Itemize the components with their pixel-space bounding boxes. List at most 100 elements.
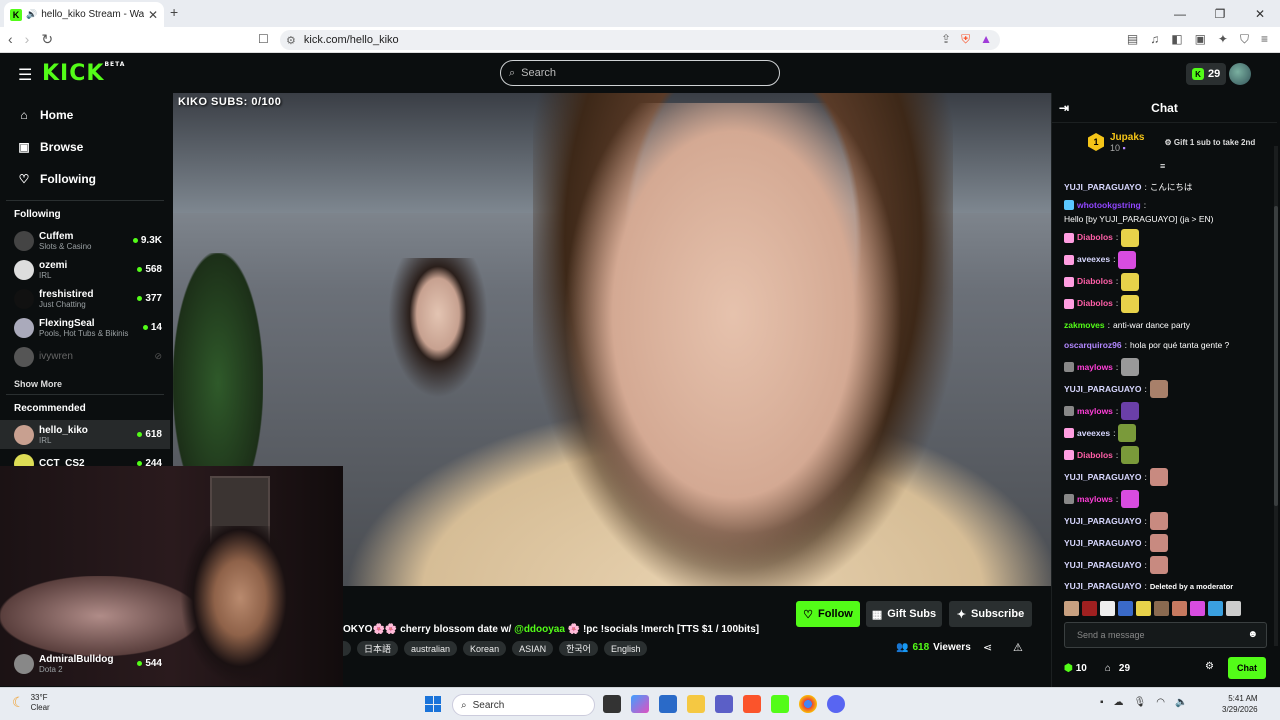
brave-rewards-icon[interactable]: ▲	[980, 32, 992, 47]
emote-icon[interactable]	[1226, 601, 1241, 616]
store-button[interactable]: ⌂ 29	[1105, 663, 1130, 674]
emote-icon[interactable]	[1121, 228, 1140, 247]
chat-username[interactable]: Diabolos	[1077, 450, 1113, 461]
emote-icon[interactable]	[1121, 446, 1140, 465]
emote-icon[interactable]	[1100, 601, 1115, 616]
emote-icon[interactable]	[1121, 402, 1140, 421]
emote-icon[interactable]	[1118, 250, 1137, 269]
chat-username[interactable]: oscarquiroz96	[1064, 340, 1122, 351]
emote-icon[interactable]	[1121, 294, 1140, 313]
emote-icon[interactable]	[1118, 424, 1137, 443]
task-view-icon[interactable]	[603, 695, 621, 713]
chat-settings-icon[interactable]: ⚙	[1205, 661, 1214, 672]
emote-icon[interactable]	[1149, 512, 1168, 531]
vpn-icon[interactable]: ⛉	[1240, 32, 1249, 47]
tray-app-icon[interactable]: ▪	[1100, 697, 1104, 708]
channel-item[interactable]: FlexingSeal Pools, Hot Tubs & Bikinis 14	[0, 313, 170, 342]
search-input[interactable]: ⌕ Search	[500, 60, 780, 86]
emote-icon[interactable]	[1121, 490, 1140, 509]
emote-icon[interactable]	[1149, 468, 1168, 487]
wifi-icon[interactable]: ◠	[1156, 697, 1165, 708]
chat-username[interactable]: YUJI_PARAGUAYO	[1064, 516, 1141, 527]
tag[interactable]: ASIAN	[512, 641, 554, 656]
chat-username[interactable]: whotookgstring	[1077, 200, 1141, 211]
emote-icon[interactable]	[1149, 556, 1168, 575]
chat-username[interactable]: maylows	[1077, 362, 1113, 373]
kick-points-button[interactable]: K 29	[1186, 63, 1227, 85]
close-window-icon[interactable]: ✕	[1240, 0, 1280, 27]
weather-widget[interactable]: ☾ 33°F Clear	[12, 693, 50, 712]
file-explorer-icon[interactable]	[687, 695, 705, 713]
gifter-name[interactable]: Jupaks	[1110, 132, 1144, 143]
kick-logo[interactable]: KICKBETA	[42, 61, 125, 86]
emote-icon[interactable]	[1172, 601, 1187, 616]
url-field[interactable]: ⚙ kick.com/hello_kiko ⇪ ⛨ ▲	[280, 30, 1000, 50]
channel-item[interactable]: ivywren ⊘	[0, 342, 170, 371]
emote-icon[interactable]	[1190, 601, 1205, 616]
tag[interactable]: australian	[404, 641, 458, 656]
site-info-icon[interactable]: ⚙	[286, 34, 296, 47]
brave-shields-icon[interactable]: ⛨	[961, 32, 970, 47]
forward-icon[interactable]: ›	[25, 31, 30, 48]
chat-username[interactable]: maylows	[1077, 494, 1113, 505]
channel-points[interactable]: ⬢ 10	[1064, 663, 1087, 674]
show-more-button[interactable]: Show More	[0, 379, 170, 389]
chrome-icon[interactable]	[799, 695, 817, 713]
follow-button[interactable]: ♡ Follow	[796, 601, 860, 627]
sidebar-item-home[interactable]: ⌂ Home	[0, 99, 170, 131]
channel-item[interactable]: Cuffem Slots & Casino 9.3K	[0, 226, 170, 255]
cloud-icon[interactable]: ☁	[1114, 697, 1124, 708]
teams-icon[interactable]	[715, 695, 733, 713]
channel-item[interactable]: ozemi IRL 568	[0, 255, 170, 284]
start-button[interactable]	[425, 696, 441, 712]
emote-icon[interactable]	[1154, 601, 1169, 616]
sidebar-toggle-icon[interactable]: ◧	[1171, 32, 1182, 47]
subscribe-button[interactable]: ✦ Subscribe	[949, 601, 1032, 627]
channel-item[interactable]: AdmiralBulldog Dota 2 544	[0, 649, 170, 678]
send-chat-button[interactable]: Chat	[1228, 657, 1266, 679]
sidebar-item-following[interactable]: ♡ Following	[0, 163, 170, 195]
gift-subs-button[interactable]: ▦ Gift Subs	[866, 601, 942, 627]
collapse-chat-icon[interactable]: ⇥	[1059, 101, 1069, 115]
back-icon[interactable]: ‹	[8, 31, 13, 48]
tag[interactable]: 한국어	[559, 641, 598, 656]
gift-cta[interactable]: ⚙ Gift 1 sub to take 2nd	[1164, 138, 1255, 147]
channel-item[interactable]: freshistired Just Chatting 377	[0, 284, 170, 313]
discord-icon[interactable]	[827, 695, 845, 713]
taskbar-search[interactable]: ⌕ Search	[452, 694, 595, 716]
chat-username[interactable]: maylows	[1077, 406, 1113, 417]
maximize-icon[interactable]: ❐	[1200, 0, 1240, 27]
user-avatar[interactable]	[1229, 63, 1251, 85]
report-icon[interactable]: ⚠	[1013, 641, 1023, 654]
tag[interactable]: Korean	[463, 641, 507, 656]
bookmark-icon[interactable]: ☐	[258, 32, 269, 46]
emote-icon[interactable]	[1136, 601, 1151, 616]
chat-username[interactable]: YUJI_PARAGUAYO	[1064, 560, 1141, 571]
chat-username[interactable]: YUJI_PARAGUAYO	[1064, 581, 1141, 592]
page-scrollbar[interactable]	[1274, 146, 1278, 646]
chat-message-input[interactable]: Send a message ☻	[1064, 622, 1267, 648]
chat-username[interactable]: Diabolos	[1077, 276, 1113, 287]
chat-username[interactable]: YUJI_PARAGUAYO	[1064, 182, 1141, 193]
sidebar-item-browse[interactable]: ▣ Browse	[0, 131, 170, 163]
clock[interactable]: 5:41 AM 3/29/2026	[1222, 693, 1258, 715]
chat-username[interactable]: YUJI_PARAGUAYO	[1064, 384, 1141, 395]
emote-icon[interactable]	[1064, 601, 1079, 616]
chat-username[interactable]: zakmoves	[1064, 320, 1105, 331]
channel-item[interactable]: hello_kiko IRL 618	[0, 420, 170, 449]
audio-icon[interactable]: 🔊	[26, 9, 37, 20]
tag[interactable]: 日本語	[357, 641, 399, 656]
tag[interactable]	[343, 641, 351, 656]
copilot-icon[interactable]	[631, 695, 649, 713]
wallet-icon[interactable]: ▣	[1195, 32, 1206, 47]
close-tab-icon[interactable]: ✕	[148, 8, 158, 22]
leo-ai-icon[interactable]: ✦	[1218, 32, 1228, 47]
emote-icon[interactable]	[1149, 380, 1168, 399]
brave-browser-icon[interactable]	[743, 695, 761, 713]
chat-username[interactable]: YUJI_PARAGUAYO	[1064, 538, 1141, 549]
browser-tab[interactable]: K 🔊 hello_kiko Stream - Watch Li ✕	[4, 2, 164, 27]
share-icon[interactable]: ⋖	[983, 641, 992, 654]
emote-icon[interactable]	[1121, 358, 1140, 377]
emote-icon[interactable]	[1118, 601, 1133, 616]
new-tab-icon[interactable]: +	[170, 4, 178, 20]
